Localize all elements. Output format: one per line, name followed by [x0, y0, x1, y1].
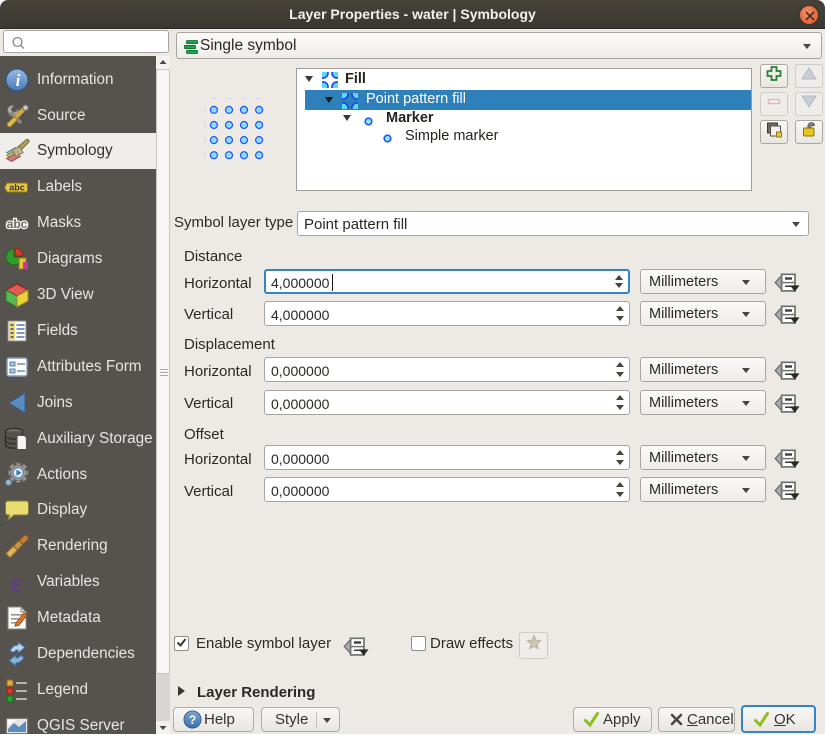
svg-text:i: i [16, 71, 21, 90]
svg-text:?: ? [189, 713, 196, 727]
svg-text:abc: abc [9, 183, 25, 193]
svg-text:ε: ε [11, 569, 23, 595]
svg-text:abc: abc [7, 217, 28, 231]
